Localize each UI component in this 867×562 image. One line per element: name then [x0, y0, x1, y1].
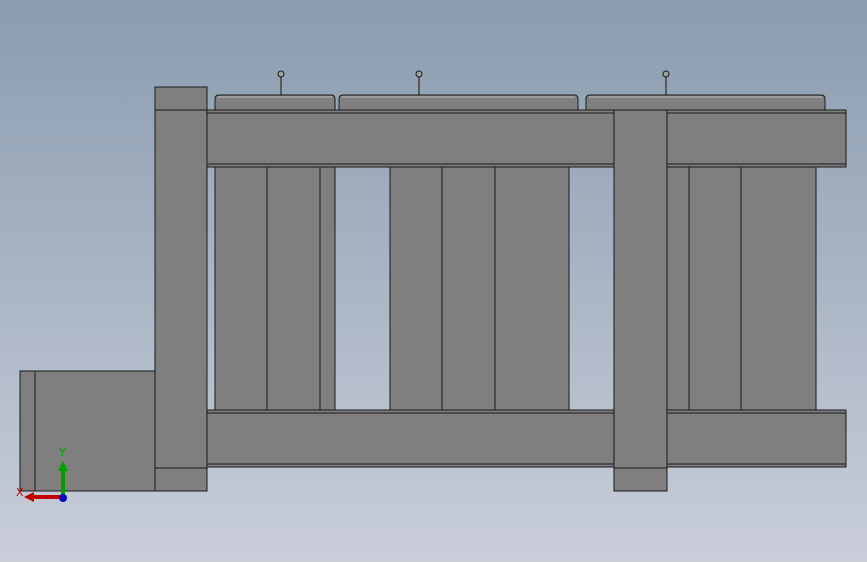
bottom-rail[interactable] [206, 409, 847, 468]
slat[interactable] [688, 166, 742, 412]
x-axis-label: X [16, 486, 24, 499]
z-axis-dot [59, 494, 67, 502]
upright[interactable] [613, 109, 668, 492]
slat[interactable] [319, 166, 336, 412]
left-upright[interactable] [154, 86, 208, 492]
slat[interactable] [740, 166, 817, 412]
clamp-plate-middle[interactable] [338, 70, 579, 111]
middle-upright[interactable] [613, 109, 668, 492]
cad-model-view[interactable]: X Y [0, 0, 867, 562]
pin-head [277, 70, 285, 78]
slat-group-left[interactable] [214, 166, 336, 412]
slat-group-right[interactable] [665, 166, 817, 412]
cad-viewport[interactable]: X Y [0, 0, 867, 562]
top-rail[interactable] [206, 109, 847, 168]
pin-head [662, 70, 670, 78]
slat[interactable] [441, 166, 496, 412]
rail[interactable] [206, 409, 847, 468]
clamp-plate-right[interactable] [585, 70, 826, 111]
y-axis-label: Y [58, 446, 66, 459]
pin-head [415, 70, 423, 78]
slat[interactable] [494, 166, 570, 412]
slat[interactable] [665, 166, 690, 412]
slat[interactable] [266, 166, 321, 412]
end-block[interactable] [19, 370, 157, 492]
block-body[interactable] [19, 370, 157, 492]
clamp-plate-left[interactable] [214, 70, 336, 111]
slat-group-middle[interactable] [389, 166, 570, 412]
rail[interactable] [206, 109, 847, 168]
x-axis-arrowhead [24, 492, 34, 502]
slat[interactable] [214, 166, 268, 412]
slat[interactable] [389, 166, 443, 412]
upright[interactable] [154, 86, 208, 492]
